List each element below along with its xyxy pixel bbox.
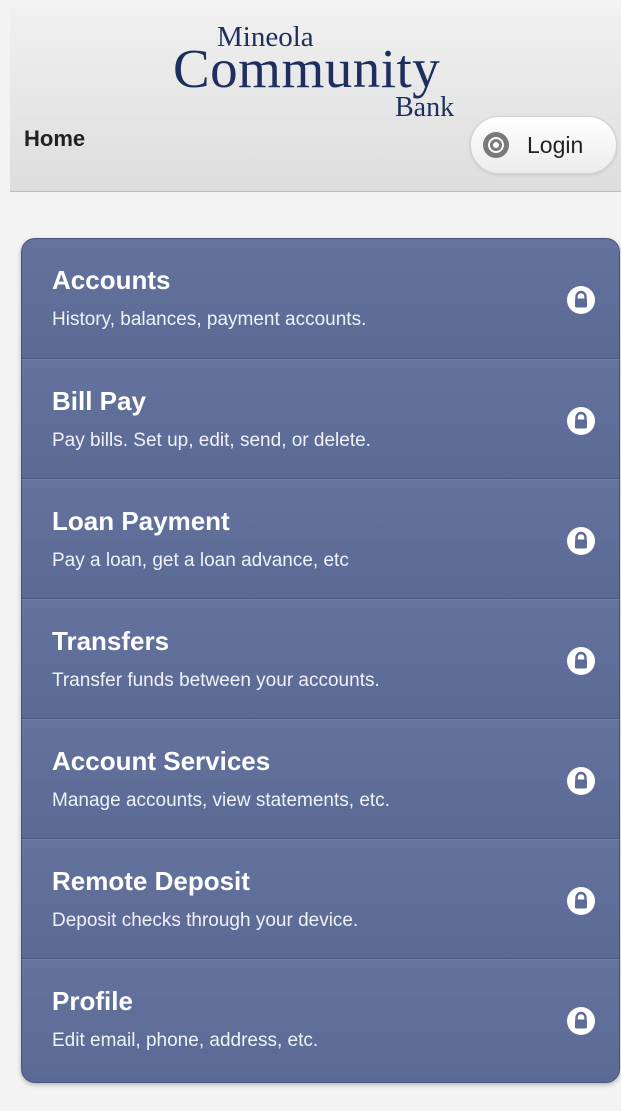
header: Mineola Community Bank Home Login [10, 8, 621, 192]
main-menu: Accounts History, balances, payment accou… [21, 238, 620, 1083]
login-button[interactable]: Login [470, 116, 617, 174]
gear-icon [483, 132, 509, 158]
menu-item-title: Bill Pay [52, 386, 146, 416]
menu-item-subtitle: Transfer funds between your accounts. [52, 670, 380, 691]
menu-item-account-services[interactable]: Account Services Manage accounts, view st… [22, 719, 619, 839]
lock-icon [567, 1007, 595, 1035]
menu-item-subtitle: Edit email, phone, address, etc. [52, 1030, 319, 1051]
login-label: Login [527, 132, 584, 158]
lock-icon [567, 407, 595, 435]
lock-icon [567, 767, 595, 795]
menu-item-loan-payment[interactable]: Loan Payment Pay a loan, get a loan advan… [22, 479, 619, 599]
menu-item-subtitle: Pay bills. Set up, edit, send, or delete… [52, 430, 371, 451]
menu-item-title: Account Services [52, 746, 271, 776]
menu-item-title: Transfers [52, 626, 170, 656]
menu-item-subtitle: Manage accounts, view statements, etc. [52, 790, 390, 811]
lock-icon [567, 887, 595, 915]
menu-item-title: Accounts [52, 265, 171, 295]
lock-icon [567, 647, 595, 675]
logo-line-community: Community [173, 38, 441, 99]
lock-icon [567, 286, 595, 314]
page-title: Home [24, 126, 86, 151]
menu-item-title: Profile [52, 986, 133, 1016]
menu-item-profile[interactable]: Profile Edit email, phone, address, etc. [22, 959, 619, 1082]
menu-item-title: Loan Payment [52, 506, 230, 536]
menu-item-bill-pay[interactable]: Bill Pay Pay bills. Set up, edit, send, o… [22, 359, 619, 479]
menu-item-transfers[interactable]: Transfers Transfer funds between your acc… [22, 599, 619, 719]
bank-logo[interactable]: Mineola Community Bank [165, 22, 485, 126]
menu-item-subtitle: Pay a loan, get a loan advance, etc [52, 550, 349, 571]
page: Mineola Community Bank Home Login Accoun… [0, 0, 621, 1111]
menu-item-title: Remote Deposit [52, 866, 250, 896]
lock-icon [567, 527, 595, 555]
menu-item-subtitle: History, balances, payment accounts. [52, 309, 367, 330]
menu-item-remote-deposit[interactable]: Remote Deposit Deposit checks through you… [22, 839, 619, 959]
menu-item-subtitle: Deposit checks through your device. [52, 910, 359, 931]
menu-item-accounts[interactable]: Accounts History, balances, payment accou… [22, 239, 619, 359]
logo-line-bank: Bank [395, 92, 455, 123]
